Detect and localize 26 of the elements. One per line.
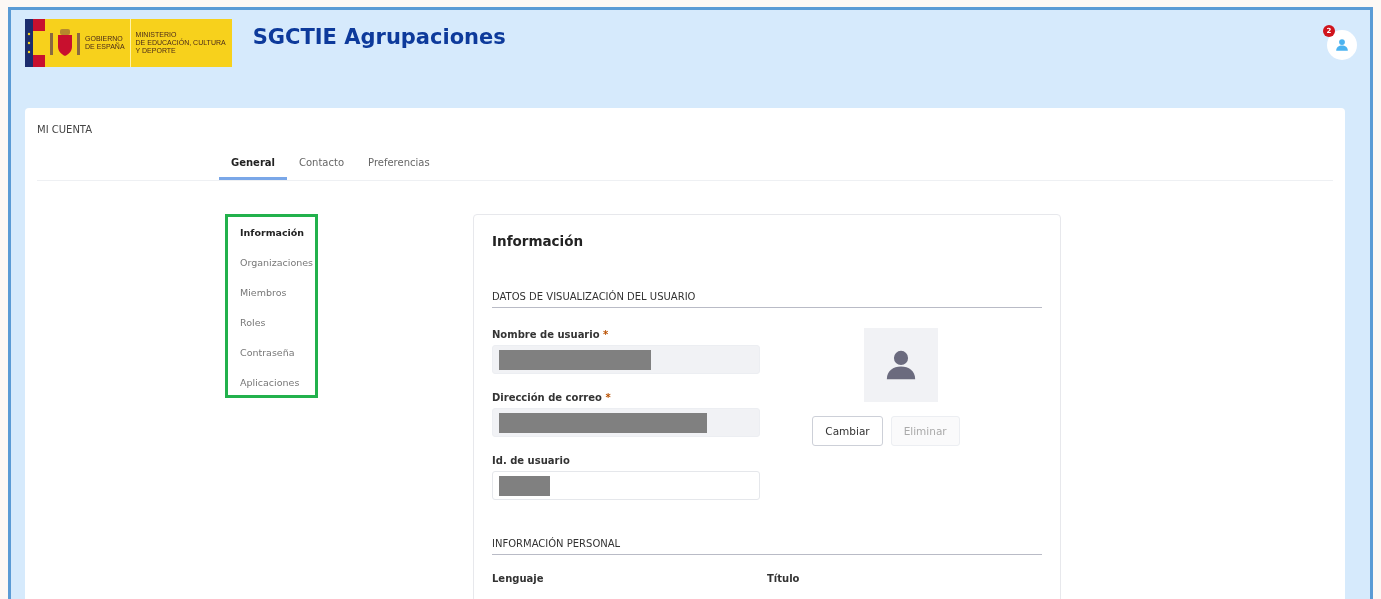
coat-of-arms-icon [48, 27, 82, 59]
app-title: SGCTIE Agrupaciones [252, 25, 506, 49]
side-nav-item[interactable]: Contraseña [240, 344, 315, 361]
side-nav-item[interactable]: Organizaciones [240, 254, 315, 271]
side-nav-item[interactable]: Aplicaciones [240, 374, 315, 391]
page-title: MI CUENTA [37, 124, 94, 135]
field-label: Id. de usuario [492, 455, 571, 466]
required-mark: * [603, 329, 609, 340]
panel-title: Información [492, 233, 585, 249]
photo-button[interactable]: Cambiar [812, 416, 883, 446]
tab[interactable]: General [219, 153, 287, 180]
field-label: Lenguaje [492, 573, 545, 584]
tab[interactable]: Preferencias [356, 153, 442, 180]
input-field[interactable] [492, 471, 760, 500]
section-heading: INFORMACIÓN PERSONAL [492, 538, 1042, 555]
side-nav-item[interactable]: Miembros [240, 284, 315, 301]
field-label: Título [767, 573, 801, 584]
required-mark: * [605, 392, 611, 403]
field-label: Dirección de correo * [492, 392, 612, 403]
section-heading: DATOS DE VISUALIZACIÓN DEL USUARIO [492, 291, 1042, 308]
user-icon [1335, 38, 1349, 52]
user-icon [884, 348, 918, 382]
tab[interactable]: Contacto [287, 153, 357, 180]
field-label: Nombre de usuario * [492, 329, 610, 340]
side-nav-item[interactable]: Información [240, 224, 315, 241]
side-nav-item[interactable]: Roles [240, 314, 315, 331]
